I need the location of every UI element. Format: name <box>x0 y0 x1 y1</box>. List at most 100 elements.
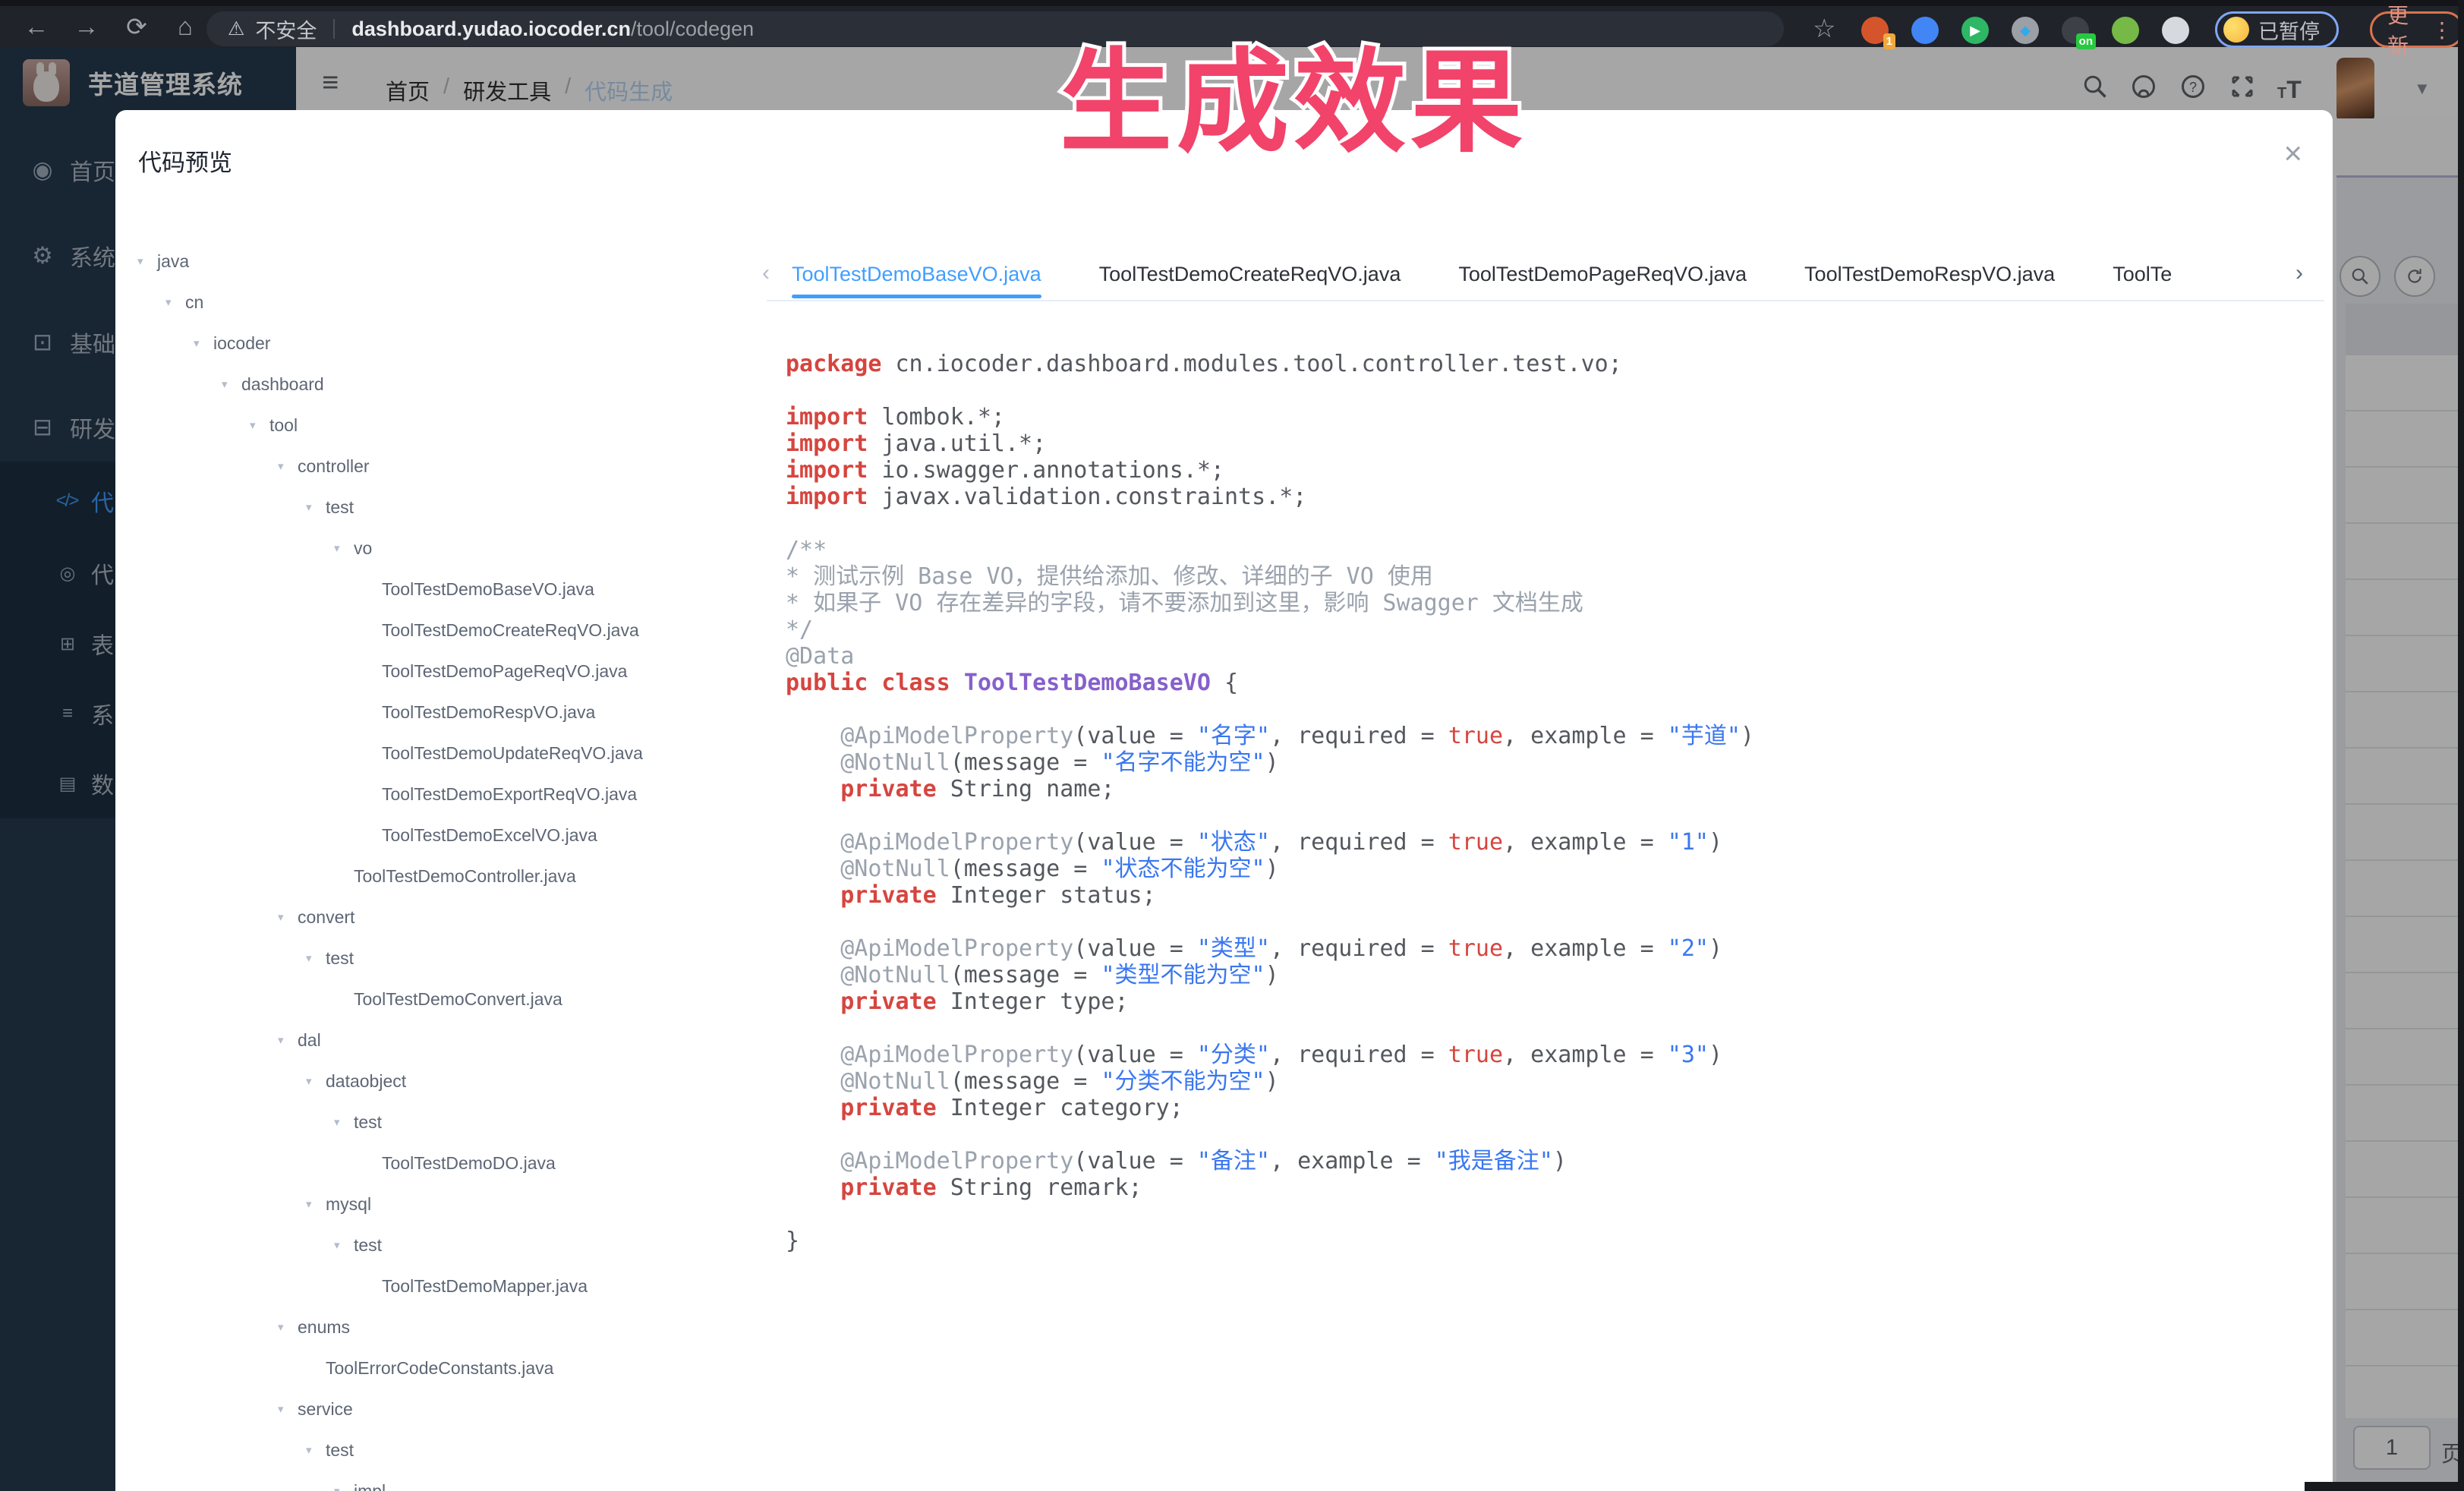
code-line: private Integer type; <box>786 988 1754 1015</box>
close-icon[interactable]: × <box>2283 137 2302 169</box>
tabs-scroll-left-icon[interactable]: ‹ <box>762 260 770 286</box>
tree-expand-icon[interactable]: ▾ <box>276 910 298 924</box>
back-icon[interactable]: ← <box>20 12 53 41</box>
tree-node[interactable]: ▾ToolTestDemoPageReqVO.java <box>136 651 766 692</box>
code-line: /** <box>786 537 1754 563</box>
grid-extension-icon[interactable]: ◆ <box>2012 17 2039 44</box>
tree-expand-icon[interactable]: ▾ <box>276 1402 298 1416</box>
tree-node-label: ToolTestDemoMapper.java <box>382 1276 588 1297</box>
tab-ToolTestDemoPageReqVO.java[interactable]: ToolTestDemoPageReqVO.java <box>1458 251 1747 300</box>
tampermonkey-extension-icon[interactable]: on <box>2062 17 2089 44</box>
tree-expand-icon[interactable]: ▾ <box>220 377 241 391</box>
file-tabs: ToolTestDemoBaseVO.java ToolTestDemoCreat… <box>792 251 2291 300</box>
code-line: @ApiModelProperty(value = "备注", example … <box>786 1148 1754 1174</box>
tree-node[interactable]: ▾ToolTestDemoUpdateReqVO.java <box>136 733 766 774</box>
tree-node[interactable]: ▾ToolTestDemoDO.java <box>136 1143 766 1184</box>
tree-node[interactable]: ▾ToolTestDemoExportReqVO.java <box>136 774 766 815</box>
tree-expand-icon[interactable]: ▾ <box>248 418 269 432</box>
tree-node[interactable]: ▾test <box>136 1430 766 1471</box>
tree-node[interactable]: ▾ToolTestDemoRespVO.java <box>136 692 766 733</box>
tree-node[interactable]: ▾mysql <box>136 1184 766 1225</box>
browser-update-button[interactable]: 更新 ⋮ <box>2370 11 2464 48</box>
tree-node-label: test <box>326 1440 354 1461</box>
tree-expand-icon[interactable]: ▾ <box>304 500 326 514</box>
profile-chip-label: 已暂停 <box>2258 15 2320 45</box>
security-label: 不安全 <box>255 14 317 44</box>
tree-expand-icon[interactable]: ▾ <box>304 1197 326 1211</box>
tree-expand-icon[interactable]: ▾ <box>192 336 213 350</box>
code-line: public class ToolTestDemoBaseVO { <box>786 670 1754 696</box>
tree-node[interactable]: ▾impl <box>136 1471 766 1491</box>
update-label: 更新 <box>2387 0 2421 60</box>
code-line: private Integer category; <box>786 1095 1754 1121</box>
tree-node[interactable]: ▾test <box>136 1102 766 1143</box>
tab-ToolTestDemoRespVO.java[interactable]: ToolTestDemoRespVO.java <box>1804 251 2055 300</box>
tree-expand-icon[interactable]: ▾ <box>136 254 157 268</box>
tree-expand-icon[interactable]: ▾ <box>332 1115 354 1129</box>
tree-node[interactable]: ▾iocoder <box>136 323 766 364</box>
tree-node[interactable]: ▾ToolTestDemoConvert.java <box>136 979 766 1020</box>
tree-node[interactable]: ▾test <box>136 938 766 979</box>
refresh-icon[interactable]: ⟳ <box>120 12 153 42</box>
tree-expand-icon[interactable]: ▾ <box>332 541 354 555</box>
plant-extension-icon[interactable] <box>2112 17 2139 44</box>
code-line: import io.swagger.annotations.*; <box>786 457 1754 484</box>
code-line: */ <box>786 616 1754 643</box>
tree-node-label: ToolTestDemoCreateReqVO.java <box>382 620 639 641</box>
tree-node[interactable]: ▾enums <box>136 1307 766 1348</box>
tree-node[interactable]: ▾ToolErrorCodeConstants.java <box>136 1348 766 1389</box>
tab-ToolTe[interactable]: ToolTe <box>2113 251 2172 300</box>
url-path: /tool/codegen <box>631 17 754 41</box>
code-line <box>786 1121 1754 1148</box>
tree-node[interactable]: ▾dataobject <box>136 1061 766 1102</box>
tabs-divider <box>767 300 2324 301</box>
browser-menu-icon[interactable]: ⋮ <box>2431 17 2453 43</box>
tree-node[interactable]: ▾dal <box>136 1020 766 1061</box>
code-line <box>786 510 1754 537</box>
puzzle-extension-icon[interactable] <box>2162 17 2189 44</box>
address-bar[interactable]: ⚠ 不安全 dashboard.yudao.iocoder.cn /tool/c… <box>206 11 1784 46</box>
profile-chip[interactable]: 已暂停 <box>2215 11 2339 48</box>
tree-expand-icon[interactable]: ▾ <box>304 1443 326 1457</box>
tree-expand-icon[interactable]: ▾ <box>332 1238 354 1252</box>
tree-node[interactable]: ▾convert <box>136 897 766 938</box>
tree-node[interactable]: ▾vo <box>136 528 766 569</box>
tree-expand-icon[interactable]: ▾ <box>276 459 298 473</box>
tree-expand-icon[interactable]: ▾ <box>276 1320 298 1334</box>
tree-node[interactable]: ▾test <box>136 1225 766 1266</box>
code-line: } <box>786 1228 1754 1254</box>
tab-ToolTestDemoCreateReqVO.java[interactable]: ToolTestDemoCreateReqVO.java <box>1099 251 1401 300</box>
video-extension-icon[interactable]: ▶ <box>1961 17 1989 44</box>
tree-expand-icon[interactable]: ▾ <box>276 1033 298 1047</box>
ubuntu-extension-icon[interactable]: 1 <box>1861 17 1889 44</box>
tree-node[interactable]: ▾controller <box>136 446 766 487</box>
code-line: @ApiModelProperty(value = "类型", required… <box>786 935 1754 962</box>
tree-node[interactable]: ▾cn <box>136 282 766 323</box>
tree-expand-icon[interactable]: ▾ <box>332 1484 354 1491</box>
tree-node[interactable]: ▾service <box>136 1389 766 1430</box>
profile-avatar-icon <box>2223 17 2249 43</box>
bookmark-star-icon[interactable]: ☆ <box>1813 14 1835 44</box>
gem-extension-icon[interactable] <box>1911 17 1939 44</box>
tree-node[interactable]: ▾test <box>136 487 766 528</box>
tree-node[interactable]: ▾ToolTestDemoCreateReqVO.java <box>136 610 766 651</box>
forward-icon[interactable]: → <box>70 12 103 41</box>
tree-node[interactable]: ▾ToolTestDemoBaseVO.java <box>136 569 766 610</box>
tab-ToolTestDemoBaseVO.java[interactable]: ToolTestDemoBaseVO.java <box>792 251 1041 300</box>
tree-node-label: dal <box>298 1030 321 1051</box>
home-icon[interactable]: ⌂ <box>169 12 202 41</box>
tree-node-label: cn <box>185 292 203 313</box>
tree-node[interactable]: ▾java <box>136 241 766 282</box>
tree-node-label: dashboard <box>241 374 324 395</box>
file-tree: ▾java▾cn▾iocoder▾dashboard▾tool▾controll… <box>136 241 766 1491</box>
tree-node[interactable]: ▾ToolTestDemoController.java <box>136 856 766 897</box>
tree-expand-icon[interactable]: ▾ <box>304 1074 326 1088</box>
tree-expand-icon[interactable]: ▾ <box>164 295 185 309</box>
tree-node[interactable]: ▾ToolTestDemoExcelVO.java <box>136 815 766 856</box>
code-line: @Data <box>786 643 1754 670</box>
tree-expand-icon[interactable]: ▾ <box>304 951 326 965</box>
tree-node[interactable]: ▾tool <box>136 405 766 446</box>
tree-node[interactable]: ▾ToolTestDemoMapper.java <box>136 1266 766 1307</box>
tree-node[interactable]: ▾dashboard <box>136 364 766 405</box>
tabs-scroll-right-icon[interactable]: › <box>2295 260 2303 286</box>
